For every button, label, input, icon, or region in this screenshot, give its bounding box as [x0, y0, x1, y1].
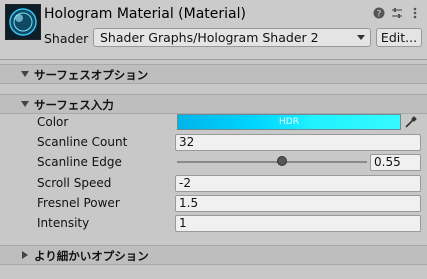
foldout-expanded-icon: [21, 71, 29, 77]
material-preview-thumbnail[interactable]: [5, 4, 41, 40]
more-icon[interactable]: [409, 6, 421, 20]
shader-label: Shader: [44, 31, 89, 46]
inspector-header: Hologram Material (Material) ? Shader Sh…: [0, 0, 427, 59]
intensity-field[interactable]: 1: [175, 215, 421, 232]
section-advanced-options-label: より細かいオプション: [34, 249, 149, 263]
scanline-edge-field[interactable]: 0.55: [370, 154, 421, 171]
color-field[interactable]: HDR: [177, 114, 401, 130]
section-surface-options-label: サーフェスオプション: [34, 68, 149, 82]
header-divider: [0, 59, 427, 60]
scanline-count-field[interactable]: 32: [175, 134, 421, 151]
foldout-expanded-icon: [21, 101, 29, 107]
scroll-speed-field[interactable]: -2: [175, 175, 421, 192]
edit-shader-button[interactable]: Edit...: [376, 28, 422, 47]
scanline-edge-label: Scanline Edge: [37, 155, 122, 169]
intensity-label: Intensity: [37, 216, 90, 230]
section-advanced-options[interactable]: より細かいオプション: [0, 245, 427, 265]
eyedropper-icon[interactable]: [403, 115, 418, 130]
scanline-edge-slider-handle[interactable]: [276, 156, 287, 166]
fresnel-power-label: Fresnel Power: [37, 196, 120, 210]
help-icon[interactable]: ?: [373, 6, 385, 20]
scanline-edge-slider-track[interactable]: [177, 161, 367, 163]
material-title: Hologram Material (Material): [44, 6, 246, 22]
scanline-count-label: Scanline Count: [37, 135, 128, 149]
svg-text:?: ?: [377, 10, 382, 20]
shader-dropdown[interactable]: Shader Graphs/Hologram Shader 2: [93, 28, 371, 47]
chevron-down-icon: [357, 35, 365, 40]
hdr-badge: HDR: [279, 117, 299, 127]
fresnel-power-field[interactable]: 1.5: [175, 195, 421, 212]
scroll-speed-label: Scroll Speed: [37, 176, 112, 190]
section-surface-inputs-label: サーフェス入力: [34, 98, 114, 112]
section-surface-inputs[interactable]: サーフェス入力: [0, 94, 427, 114]
color-label: Color: [37, 115, 69, 129]
settings-sliders-icon[interactable]: [391, 6, 403, 20]
shader-dropdown-value: Shader Graphs/Hologram Shader 2: [100, 30, 319, 45]
foldout-collapsed-icon: [22, 251, 28, 259]
section-surface-options[interactable]: サーフェスオプション: [0, 64, 427, 84]
